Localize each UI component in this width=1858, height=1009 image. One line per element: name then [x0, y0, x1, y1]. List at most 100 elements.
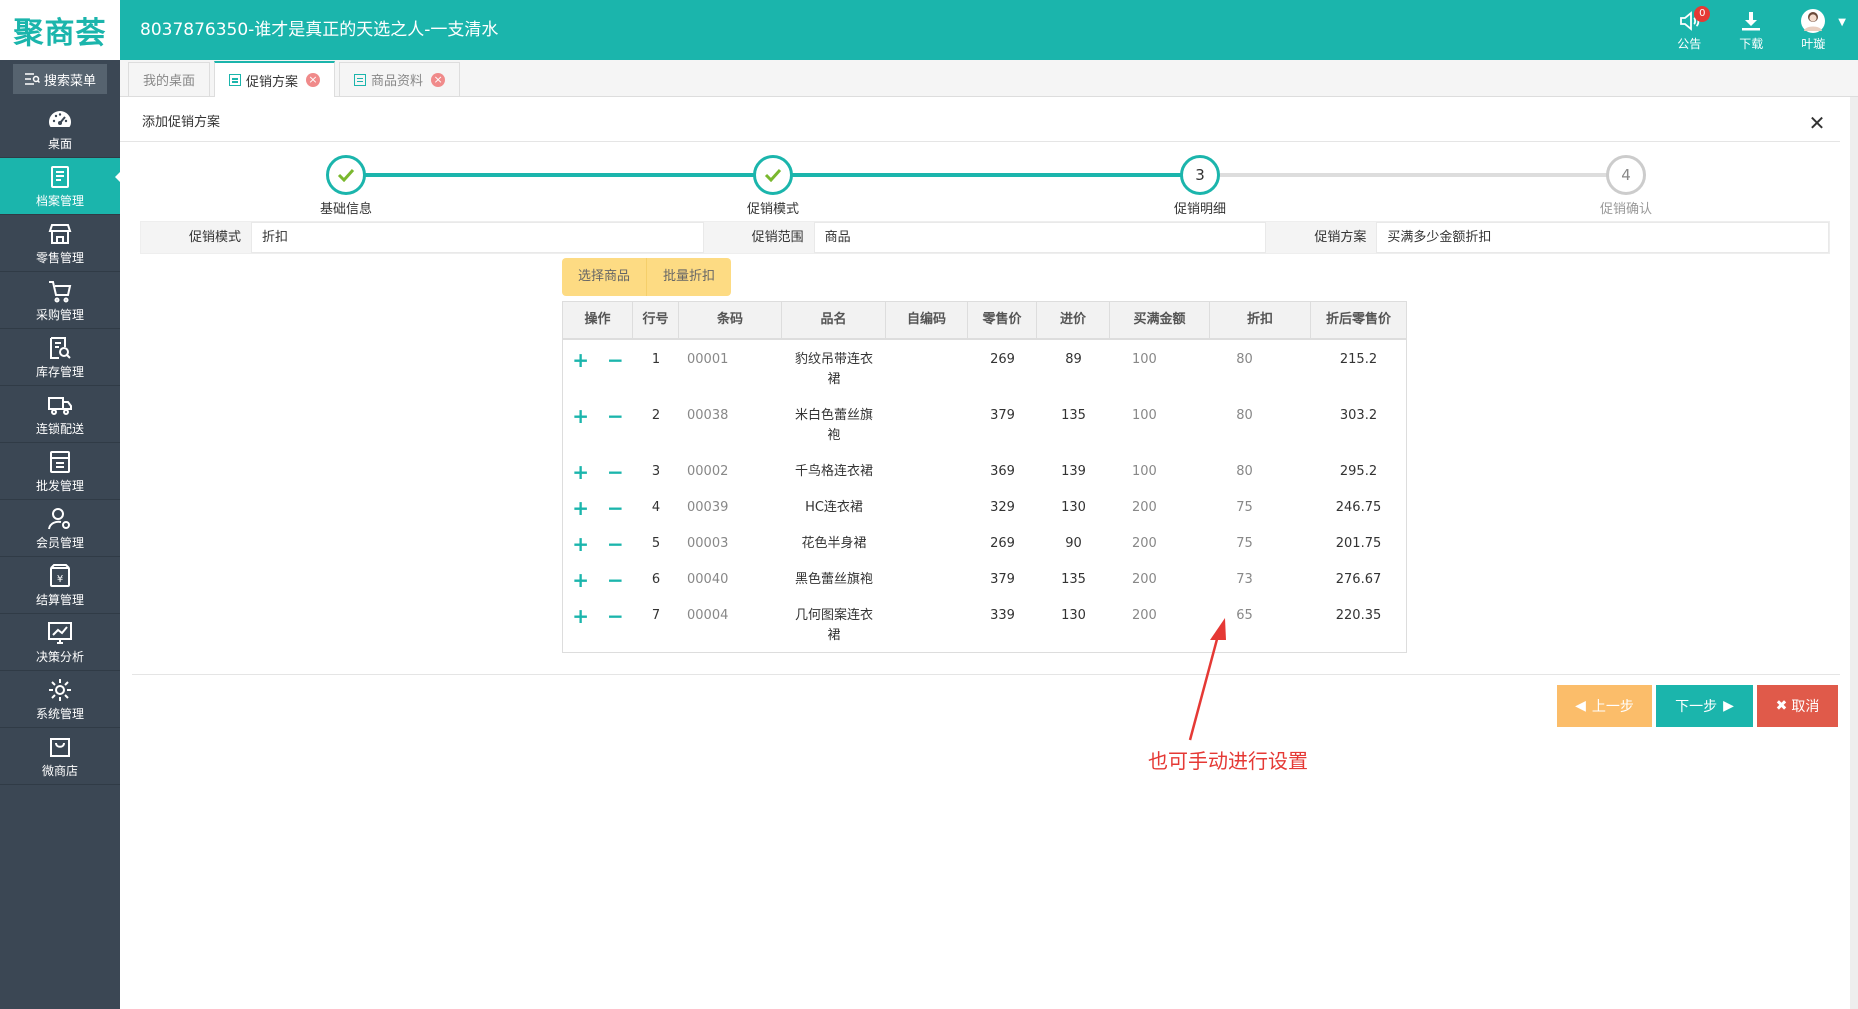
- sidebar-item-inventory[interactable]: 库存管理: [0, 329, 120, 386]
- wholesale-icon: [50, 450, 70, 473]
- cell-no: 3: [651, 464, 661, 479]
- cell-final: 246.75: [1335, 500, 1382, 515]
- cell-discount[interactable]: 65: [1210, 596, 1311, 652]
- cell-name: 豹纹吊带连衣裙: [794, 352, 873, 387]
- dashboard-icon: [49, 110, 71, 127]
- step-label: 促销模式: [746, 202, 799, 217]
- cell-discount[interactable]: 80: [1210, 396, 1311, 452]
- tab-goods-info[interactable]: 商品资料 ×: [339, 62, 461, 96]
- tab-promotion[interactable]: 促销方案 ×: [214, 61, 336, 97]
- top-actions: 0 公告 下载 叶璇 ▼: [1658, 0, 1846, 60]
- add-row-icon[interactable]: +: [572, 350, 589, 370]
- row-ops: + −: [563, 452, 633, 488]
- remove-row-icon[interactable]: −: [607, 462, 624, 482]
- table-row: + − 6 00040 黑色蕾丝旗袍 379 135 200 73 276.67: [563, 560, 1406, 596]
- cell-threshold[interactable]: 200: [1110, 596, 1210, 652]
- cell-threshold[interactable]: 200: [1110, 488, 1210, 524]
- sidebar-item-purchase[interactable]: 采购管理: [0, 272, 120, 329]
- scrollbar[interactable]: [1850, 97, 1858, 1009]
- promo-mode-field: 促销模式 折扣: [141, 222, 704, 253]
- search-menu-button[interactable]: 搜索菜单: [13, 64, 107, 94]
- add-row-icon[interactable]: +: [572, 570, 589, 590]
- user-avatar-icon: [1804, 11, 1823, 31]
- sidebar-item-label: 库存管理: [35, 364, 84, 379]
- cell-retail: 329: [990, 500, 1015, 515]
- add-row-icon[interactable]: +: [572, 534, 589, 554]
- panel-header: 添加促销方案 ✕: [120, 104, 1840, 142]
- archive-icon: [51, 165, 69, 188]
- remove-row-icon[interactable]: −: [607, 406, 624, 426]
- remove-row-icon[interactable]: −: [607, 570, 624, 590]
- cell-barcode: 00001: [687, 352, 729, 367]
- cell-cost: 130: [1061, 608, 1086, 623]
- download-label: 下载: [1739, 36, 1764, 51]
- cell-threshold[interactable]: 200: [1110, 560, 1210, 596]
- cell-barcode: 00040: [687, 572, 729, 587]
- tab-label: 促销方案: [246, 74, 299, 90]
- promo-mode-label: 促销模式: [141, 222, 251, 253]
- add-row-icon[interactable]: +: [572, 406, 589, 426]
- add-row-icon[interactable]: +: [572, 498, 589, 518]
- sidebar-item-desktop[interactable]: 桌面: [0, 101, 120, 158]
- cell-threshold[interactable]: 100: [1110, 396, 1210, 452]
- annotation-text: 也可手动进行设置: [1148, 749, 1308, 773]
- close-icon[interactable]: ✕: [1804, 110, 1830, 136]
- cart-icon: [49, 280, 72, 302]
- row-ops: + −: [563, 560, 633, 596]
- announcement-button[interactable]: 0 公告: [1658, 0, 1720, 60]
- tab-close-icon[interactable]: ×: [431, 72, 446, 87]
- sidebar-item-retail[interactable]: 零售管理: [0, 215, 120, 272]
- cell-discount[interactable]: 73: [1210, 560, 1311, 596]
- column-header: 行号: [633, 302, 679, 338]
- cancel-label: 取消: [1791, 699, 1820, 715]
- prev-step-button[interactable]: ◀ 上一步: [1557, 685, 1652, 727]
- cell-threshold[interactable]: 100: [1110, 452, 1210, 488]
- cell-no: 2: [651, 408, 661, 423]
- cell-discount[interactable]: 75: [1210, 524, 1311, 560]
- sidebar-item-microshop[interactable]: 微商店: [0, 728, 120, 785]
- sidebar-item-member[interactable]: 会员管理: [0, 500, 120, 557]
- cell-threshold[interactable]: 200: [1110, 524, 1210, 560]
- cell-threshold[interactable]: 100: [1110, 340, 1210, 396]
- logo[interactable]: 聚商荟: [0, 0, 120, 60]
- sidebar-item-distribution[interactable]: 连锁配送: [0, 386, 120, 443]
- table-row: + − 2 00038 米白色蕾丝旗袍 379 135 100 80 303.2: [563, 396, 1406, 452]
- sidebar-item-system[interactable]: 系统管理: [0, 671, 120, 728]
- cell-retail: 339: [990, 608, 1015, 623]
- tab-label: 我的桌面: [143, 74, 196, 89]
- sidebar-item-wholesale[interactable]: 批发管理: [0, 443, 120, 500]
- cancel-button[interactable]: ✖ 取消: [1757, 685, 1838, 727]
- cell-discount[interactable]: 80: [1210, 340, 1311, 396]
- remove-row-icon[interactable]: −: [607, 534, 624, 554]
- cell-retail: 269: [990, 352, 1015, 367]
- cell-cost: 135: [1061, 408, 1086, 423]
- download-button[interactable]: 下载: [1720, 0, 1782, 60]
- remove-row-icon[interactable]: −: [607, 606, 624, 626]
- user-button[interactable]: 叶璇: [1782, 0, 1844, 60]
- wizard-buttons: ◀ 上一步 下一步 ▶ ✖ 取消: [1557, 685, 1838, 727]
- next-step-button[interactable]: 下一步 ▶: [1656, 685, 1753, 727]
- cell-cost: 89: [1065, 352, 1082, 367]
- sidebar-item-label: 采购管理: [35, 307, 84, 322]
- remove-row-icon[interactable]: −: [607, 498, 624, 518]
- tab-close-icon[interactable]: ×: [306, 73, 321, 87]
- user-menu[interactable]: 叶璇 ▼: [1782, 0, 1846, 60]
- cell-code: [886, 396, 968, 452]
- batch-discount-button[interactable]: 批量折扣: [647, 258, 732, 296]
- table-header: 操作 行号 条码 品名 自编码 零售价 进价 买满金额 折扣 折后零售价: [563, 302, 1406, 340]
- cell-cost: 139: [1061, 464, 1086, 479]
- cell-discount[interactable]: 75: [1210, 488, 1311, 524]
- sidebar-item-settlement[interactable]: ¥ 结算管理: [0, 557, 120, 614]
- column-header: 自编码: [886, 302, 968, 338]
- remove-row-icon[interactable]: −: [607, 350, 624, 370]
- cell-barcode: 00003: [687, 536, 729, 551]
- tab-label: 商品资料: [371, 74, 424, 89]
- select-goods-button[interactable]: 选择商品: [562, 258, 648, 296]
- sidebar-item-archive[interactable]: 档案管理: [0, 158, 120, 215]
- add-row-icon[interactable]: +: [572, 462, 589, 482]
- sidebar-item-analysis[interactable]: 决策分析: [0, 614, 120, 671]
- tab-my-desktop[interactable]: 我的桌面: [128, 62, 211, 96]
- add-row-icon[interactable]: +: [572, 606, 589, 626]
- cell-name: 黑色蕾丝旗袍: [794, 572, 873, 587]
- cell-discount[interactable]: 80: [1210, 452, 1311, 488]
